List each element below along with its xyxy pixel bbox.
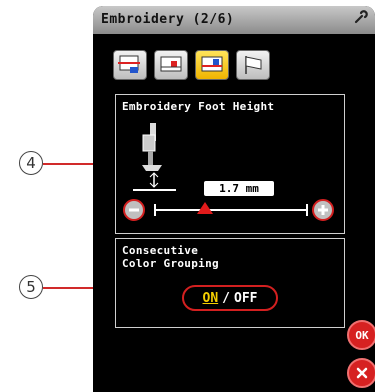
tab-embroidery-4[interactable]: [236, 50, 270, 80]
window-title: Embroidery (2/6): [101, 12, 235, 27]
toggle-off-label[interactable]: OFF: [234, 291, 257, 306]
embroidery-setting-icon-2: [160, 56, 182, 72]
title-bar: Embroidery (2/6): [93, 6, 375, 34]
grouping-toggle[interactable]: ON / OFF: [182, 285, 278, 311]
presser-foot-icon: [133, 123, 176, 191]
close-icon: [356, 367, 368, 379]
callout-5: 5: [19, 275, 43, 299]
minus-icon: [129, 208, 139, 212]
toggle-separator: /: [222, 290, 230, 306]
ok-button[interactable]: OK: [347, 320, 375, 350]
minus-button[interactable]: [123, 199, 145, 221]
machine-screen: Embroidery (2/6) Embroidery Foot Height …: [93, 6, 375, 392]
plus-button[interactable]: [312, 199, 334, 221]
foot-height-value: 1.7 mm: [204, 181, 274, 196]
height-slider[interactable]: [154, 201, 308, 219]
tab-embroidery-2[interactable]: [154, 50, 188, 80]
embroidery-setting-icon-1: [118, 55, 140, 73]
plus-icon: [318, 205, 328, 215]
slider-thumb[interactable]: [196, 202, 213, 214]
wrench-icon[interactable]: [353, 9, 369, 29]
ok-label: OK: [355, 328, 369, 342]
grouping-title-line1: Consecutive: [122, 244, 199, 257]
embroidery-setting-icon-3: [201, 56, 223, 72]
callout-4: 4: [19, 151, 43, 175]
foot-height-title: Embroidery Foot Height: [122, 100, 275, 113]
close-button[interactable]: [347, 358, 375, 388]
color-grouping-panel: Consecutive Color Grouping ON / OFF: [115, 238, 345, 328]
tab-embroidery-1[interactable]: [113, 50, 147, 80]
grouping-title-line2: Color Grouping: [122, 257, 219, 270]
flag-icon: [245, 56, 262, 74]
foot-height-panel: Embroidery Foot Height 1.7 mm: [115, 94, 345, 234]
tab-embroidery-3[interactable]: [195, 50, 229, 80]
toggle-on-label[interactable]: ON: [203, 291, 219, 306]
